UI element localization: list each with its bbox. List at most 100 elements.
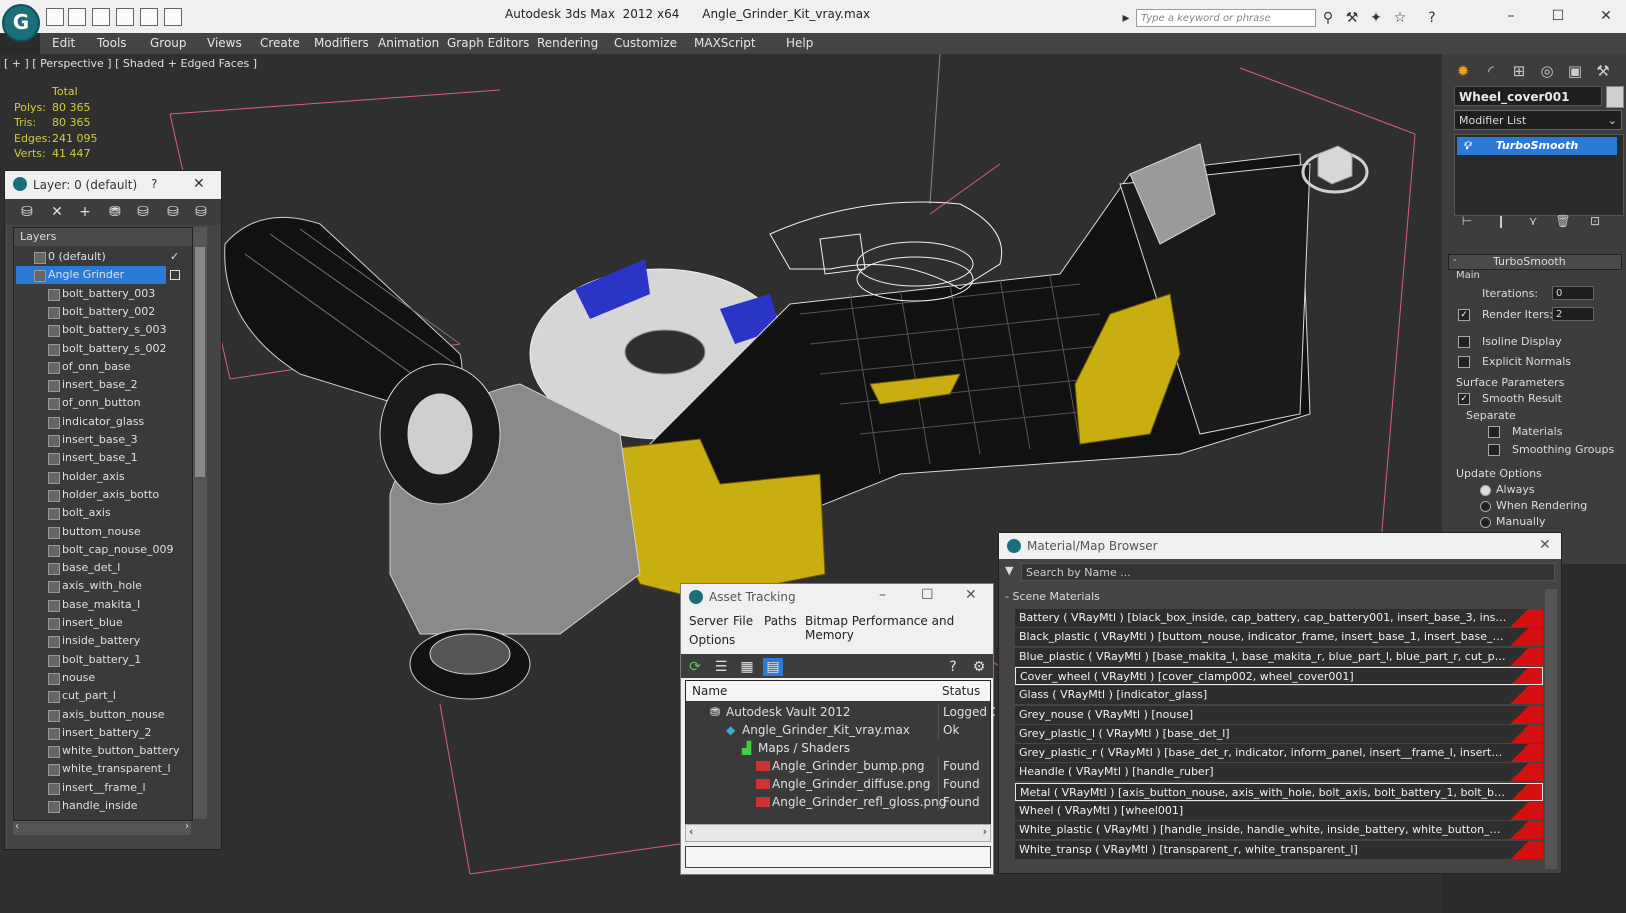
freeze-all-layers-icon[interactable]: ⛁ — [191, 203, 211, 221]
scrollbar-thumb[interactable] — [195, 247, 205, 477]
menu-rendering[interactable]: Rendering — [537, 36, 598, 50]
binoculars-icon[interactable]: ⚲ — [1320, 10, 1336, 26]
material-row[interactable]: Battery ( VRayMtl ) [black_box_inside, c… — [1015, 609, 1543, 627]
menu-paths[interactable]: Paths — [764, 614, 797, 628]
help-button[interactable]: ? — [151, 177, 157, 191]
material-row[interactable]: Metal ( VRayMtl ) [axis_button_nouse, ax… — [1015, 782, 1543, 801]
layer-row[interactable]: nouse — [14, 669, 192, 687]
tools-icon[interactable]: ⚒ — [1344, 10, 1360, 26]
object-color-swatch[interactable] — [1606, 86, 1624, 108]
material-row[interactable]: Cover_wheel ( VRayMtl ) [cover_clamp002,… — [1015, 666, 1543, 685]
add-to-layer-icon[interactable]: + — [75, 203, 95, 221]
table-row[interactable]: ▟ Maps / Shaders — [686, 739, 990, 757]
select-in-layer-icon[interactable]: ⛃ — [105, 203, 125, 221]
update-when-rendering-radio[interactable] — [1480, 501, 1491, 512]
modifier-stack-item[interactable]: 💡︎ TurboSmooth — [1457, 137, 1617, 155]
smooth-result-checkbox[interactable]: ✓ — [1458, 393, 1470, 405]
scroll-left-icon[interactable]: ‹ — [689, 825, 693, 838]
current-layer-box-icon[interactable] — [170, 270, 180, 280]
project-icon[interactable] — [140, 8, 158, 26]
layer-row[interactable]: axis_with_hole — [14, 577, 192, 595]
menu-tools[interactable]: Tools — [97, 36, 127, 50]
favorites-star-icon[interactable]: ☆ — [1392, 10, 1408, 26]
viewport-label[interactable]: [ + ] [ Perspective ] [ Shaded + Edged F… — [4, 57, 257, 70]
layer-row[interactable]: buttom_nouse — [14, 523, 192, 541]
menu-options[interactable]: Options — [689, 633, 735, 647]
material-row[interactable]: Grey_plastic_r ( VRayMtl ) [base_det_r, … — [1015, 744, 1543, 763]
table-row[interactable]: ◆ Angle_Grinder_Kit_vray.max Ok — [686, 721, 990, 739]
layer-row[interactable]: inside_battery — [14, 632, 192, 650]
help-icon[interactable]: ? — [943, 658, 963, 676]
scroll-left-icon[interactable]: ‹ — [15, 821, 19, 832]
close-icon[interactable]: ✕ — [193, 176, 205, 192]
table-row[interactable]: Angle_Grinder_bump.png Found — [686, 757, 990, 775]
menu-group[interactable]: Group — [150, 36, 187, 50]
layer-row[interactable]: insert__frame_l — [14, 779, 192, 797]
search-arrow-icon[interactable]: ▸ — [1118, 10, 1134, 26]
update-manually-radio[interactable] — [1480, 517, 1491, 528]
material-search-input[interactable]: Search by Name ... — [1021, 563, 1555, 581]
layer-row[interactable]: of_onn_base — [14, 358, 192, 376]
isoline-display-checkbox[interactable] — [1458, 336, 1470, 348]
layer-row-angle-grinder[interactable]: Angle Grinder — [14, 266, 192, 284]
asset-tracking-titlebar[interactable]: Asset Tracking – ☐ ✕ — [681, 584, 993, 610]
scene-materials-group[interactable]: - Scene Materials — [1005, 589, 1555, 605]
layer-row[interactable]: insert_battery_2 — [14, 724, 192, 742]
checkmark-icon[interactable]: ✓ — [170, 248, 179, 266]
layer-row[interactable]: holder_axis — [14, 468, 192, 486]
layer-row[interactable]: insert_base_1 — [14, 449, 192, 467]
lightbulb-icon[interactable]: 💡︎ — [1463, 137, 1471, 155]
hide-all-layers-icon[interactable]: ⛁ — [163, 203, 183, 221]
pin-stack-icon[interactable]: ⊢ — [1456, 210, 1478, 232]
menu-server[interactable]: Server — [689, 614, 728, 628]
modifier-stack[interactable]: 💡︎ TurboSmooth — [1454, 134, 1624, 216]
layer-list-hscrollbar[interactable]: ‹ › — [13, 821, 191, 835]
delete-layer-icon[interactable]: ✕ — [47, 203, 67, 221]
modify-tab-icon[interactable]: ◜ — [1480, 60, 1502, 82]
material-row[interactable]: Black_plastic ( VRayMtl ) [buttom_nouse,… — [1015, 628, 1543, 647]
maximize-icon[interactable]: ☐ — [1544, 6, 1572, 26]
open-file-icon[interactable] — [46, 8, 64, 26]
iterations-spinner[interactable]: 0 — [1552, 286, 1594, 300]
create-tab-icon[interactable]: ✹ — [1452, 60, 1474, 82]
layer-row[interactable]: cut_part_l — [14, 687, 192, 705]
layer-row[interactable]: bolt_battery_002 — [14, 303, 192, 321]
table-row[interactable]: Angle_Grinder_refl_gloss.png Found — [686, 793, 990, 811]
refresh-icon[interactable]: ⟳ — [685, 658, 705, 676]
save-icon[interactable] — [68, 8, 86, 26]
table-row[interactable]: ⛃ Autodesk Vault 2012 Logged O — [686, 703, 995, 721]
menu-graph-editors[interactable]: Graph Editors — [447, 36, 529, 50]
layer-row[interactable]: white_button_battery — [14, 742, 192, 760]
material-row[interactable]: Grey_nouse ( VRayMtl ) [nouse] — [1015, 705, 1543, 724]
utilities-tab-icon[interactable]: ⚒ — [1592, 60, 1614, 82]
redo-icon[interactable] — [116, 8, 134, 26]
layer-row[interactable]: insert_blue — [14, 614, 192, 632]
menu-help[interactable]: Help — [786, 36, 813, 50]
material-list-scrollbar[interactable] — [1545, 589, 1557, 869]
menu-bitmap-performance[interactable]: Bitmap Performance and Memory — [805, 614, 993, 642]
asset-table-hscrollbar[interactable]: ‹ › — [685, 824, 991, 842]
keyword-search-input[interactable]: Type a keyword or phrase — [1136, 9, 1316, 27]
menu-edit[interactable]: Edit — [52, 36, 75, 50]
display-tab-icon[interactable]: ▣ — [1564, 60, 1586, 82]
layer-row[interactable]: bolt_battery_003 — [14, 285, 192, 303]
layer-row[interactable]: white_transparent_l — [14, 760, 192, 778]
layer-row[interactable]: bolt_battery_1 — [14, 651, 192, 669]
status-column-header[interactable]: Status — [942, 684, 980, 698]
separate-materials-checkbox[interactable] — [1488, 426, 1500, 438]
object-name-field[interactable]: Wheel_cover001 — [1454, 86, 1602, 106]
menu-modifiers[interactable]: Modifiers — [314, 36, 369, 50]
material-row[interactable]: Glass ( VRayMtl ) [indicator_glass] — [1015, 686, 1543, 705]
layer-row[interactable]: bolt_battery_s_003 — [14, 321, 192, 339]
settings-icon[interactable]: ⚙ — [969, 658, 989, 676]
layer-list-scrollbar[interactable] — [193, 227, 207, 819]
configure-sets-icon[interactable]: ⊡ — [1584, 210, 1606, 232]
close-icon[interactable]: ✕ — [1592, 6, 1620, 26]
app-logo-icon[interactable]: G — [2, 4, 40, 42]
material-row[interactable]: White_plastic ( VRayMtl ) [handle_inside… — [1015, 821, 1543, 840]
render-iters-checkbox[interactable]: ✓ — [1458, 309, 1470, 321]
render-iters-spinner[interactable]: 2 — [1552, 307, 1594, 321]
asset-table[interactable]: Name Status ⛃ Autodesk Vault 2012 Logged O… — [685, 680, 995, 826]
show-end-result-icon[interactable]: ❙ — [1490, 210, 1512, 232]
layer-row[interactable]: bolt_battery_s_002 — [14, 340, 192, 358]
